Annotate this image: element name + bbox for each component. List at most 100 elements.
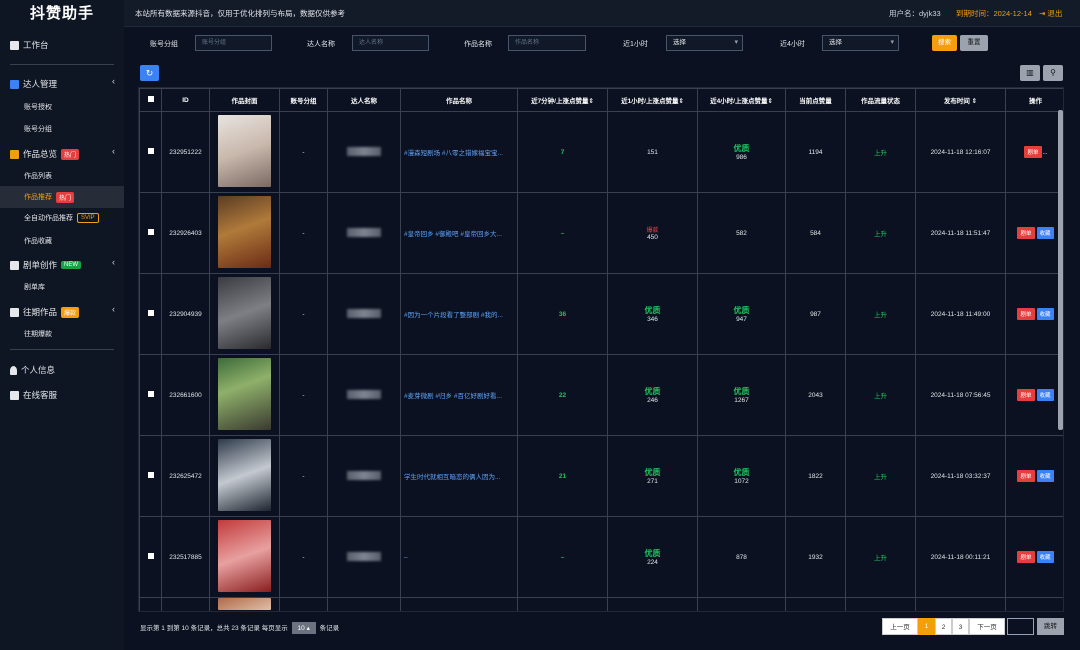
row-work[interactable]: #麦芽微剧 #归乡 #百亿好剧好看... [400, 354, 518, 436]
search-toggle-button[interactable]: ⚲ [1043, 65, 1063, 81]
sidebar-item-auto-recommend[interactable]: 全自动作品推荐 SVIP [24, 213, 99, 223]
add-drama-button[interactable]: 剧单 [1017, 308, 1035, 320]
add-drama-button[interactable]: 剧单 [1024, 146, 1042, 158]
group-input[interactable]: 账号分组 [195, 35, 272, 51]
page-size-select[interactable]: 10 ▴ [291, 622, 316, 634]
row-work[interactable]: #漫森短剧场 #八零之错嫁福宝宝... [400, 111, 518, 193]
row-group: - [279, 516, 328, 598]
row-group: - [279, 273, 328, 355]
row-work[interactable]: – [400, 516, 518, 598]
col-cur[interactable]: 当前点赞量 [785, 88, 846, 112]
hot-badge: 热门 [61, 148, 80, 160]
row-checkbox[interactable] [139, 516, 162, 598]
row-cover[interactable] [209, 354, 280, 436]
sidebar-label: 达人管理 [23, 79, 58, 89]
row-m7: 7 [517, 111, 608, 193]
h4-select[interactable]: 选择 [822, 35, 899, 51]
sidebar-item-works-fav[interactable]: 作品收藏 [24, 236, 52, 246]
talent-input[interactable]: 达人名称 [352, 35, 429, 51]
goto-page-input[interactable] [1007, 618, 1034, 635]
sidebar-item-account-group[interactable]: 账号分组 [24, 124, 52, 134]
sidebar-item-talent-mgmt[interactable]: 达人管理 [0, 76, 124, 92]
page-1[interactable]: 1 [918, 618, 935, 635]
search-button[interactable]: 搜索 [932, 35, 957, 51]
row-status: 上升 [845, 354, 916, 436]
row-m7: – [517, 516, 608, 598]
goto-button[interactable]: 跳转 [1037, 618, 1064, 635]
col-time[interactable]: 发布时间 ⇕ [915, 88, 1006, 112]
sidebar-item-account-auth[interactable]: 账号授权 [24, 102, 52, 112]
row-cover[interactable] [209, 435, 280, 517]
row-checkbox[interactable] [139, 435, 162, 517]
refresh-button[interactable]: ↻ [140, 65, 159, 81]
work-input[interactable]: 作品名称 [508, 35, 586, 51]
logout-link[interactable]: ⇥ 退出 [1039, 0, 1062, 27]
add-drama-button[interactable]: 剧单 [1017, 551, 1035, 563]
row-checkbox[interactable] [139, 111, 162, 193]
col-h4[interactable]: 近4小时/上涨点赞量⇕ [697, 88, 786, 112]
row-cover[interactable] [209, 111, 280, 193]
row-work[interactable]: 学生时代就相互暗恋的俩人因为... [400, 435, 518, 517]
cover-image[interactable] [218, 598, 271, 610]
row-checkbox[interactable] [139, 273, 162, 355]
row-m7: 22 [517, 354, 608, 436]
sidebar-item-personal[interactable]: 个人信息 [0, 362, 124, 378]
col-label: 发布时间 [943, 98, 970, 105]
sidebar-label: 工作台 [23, 40, 49, 50]
favorite-button[interactable]: 收藏 [1036, 227, 1054, 239]
row-cover[interactable] [209, 192, 280, 274]
next-page[interactable]: 下一页 [969, 618, 1005, 635]
row-cell [161, 597, 210, 611]
favorite-button[interactable]: 收藏 [1036, 551, 1054, 563]
row-cur: 2043 [785, 354, 846, 436]
page-2[interactable]: 2 [935, 618, 952, 635]
favorite-button[interactable]: 收藏 [1036, 308, 1054, 320]
h1-value: 450 [647, 234, 658, 241]
sidebar-item-service[interactable]: 在线客服 [0, 387, 124, 403]
row-checkbox[interactable] [139, 192, 162, 274]
table-scrollbar[interactable] [1058, 110, 1063, 430]
cover-image[interactable] [218, 358, 271, 430]
h1-select[interactable]: 选择 [666, 35, 743, 51]
col-h1[interactable]: 近1小时/上涨点赞量⇕ [607, 88, 698, 112]
col-group: 账号分组 [279, 88, 328, 112]
row-checkbox[interactable] [139, 354, 162, 436]
sidebar-item-workbench[interactable]: 工作台 [0, 37, 124, 53]
col-id[interactable]: ID [161, 88, 210, 112]
sidebar-item-works-overview[interactable]: 作品总览 热门 [0, 146, 124, 162]
sidebar-item-drama-create[interactable]: 剧单创作 NEW [0, 257, 124, 273]
cover-image[interactable] [218, 115, 271, 187]
sidebar-item-past-hits[interactable]: 往期爆款 [24, 329, 52, 339]
row-talent [327, 192, 401, 274]
folder-icon [10, 149, 19, 159]
sidebar-item-works-list[interactable]: 作品列表 [24, 171, 52, 181]
h1-value: 246 [647, 397, 658, 404]
add-drama-button[interactable]: 剧单 [1017, 389, 1035, 401]
favorite-button[interactable]: 收藏 [1036, 470, 1054, 482]
add-drama-button[interactable]: 剧单 [1017, 227, 1035, 239]
more-ops[interactable]: ... [1043, 150, 1048, 156]
prev-page[interactable]: 上一页 [882, 618, 918, 635]
sidebar-item-drama-lib[interactable]: 剧单库 [24, 282, 45, 292]
cover-image[interactable] [218, 520, 271, 592]
data-notice: 本站所有数据来源抖音，仅用于优化排列与布局，数据仅供参考 [135, 9, 345, 18]
sidebar-item-past-works[interactable]: 往期作品 爆款 [0, 304, 124, 320]
row-work[interactable]: #因为一个片段看了整部剧 #我的... [400, 273, 518, 355]
cover-image[interactable] [218, 277, 271, 349]
h4-value: 947 [736, 316, 747, 323]
add-drama-button[interactable]: 剧单 [1017, 470, 1035, 482]
col-m7[interactable]: 近7分钟/上涨点赞量⇕ [517, 88, 608, 112]
sidebar-item-works-recommend[interactable]: 作品推荐 热门 [0, 186, 124, 208]
row-cover[interactable] [209, 273, 280, 355]
row-cell [915, 597, 1006, 611]
columns-button[interactable]: ▥ [1020, 65, 1040, 81]
reset-button[interactable]: 重置 [960, 35, 988, 51]
row-cover[interactable] [209, 516, 280, 598]
row-work[interactable]: #皇帝回乡 #御殿吧 #皇帝回乡大... [400, 192, 518, 274]
favorite-button[interactable]: 收藏 [1036, 389, 1054, 401]
page-3[interactable]: 3 [952, 618, 969, 635]
cover-image[interactable] [218, 196, 271, 268]
table-header-row: ID 作品封面 账号分组 达人名称 作品名称 近7分钟/上涨点赞量⇕ 近1小时/… [139, 88, 1063, 112]
select-all-checkbox[interactable] [139, 88, 162, 112]
cover-image[interactable] [218, 439, 271, 511]
